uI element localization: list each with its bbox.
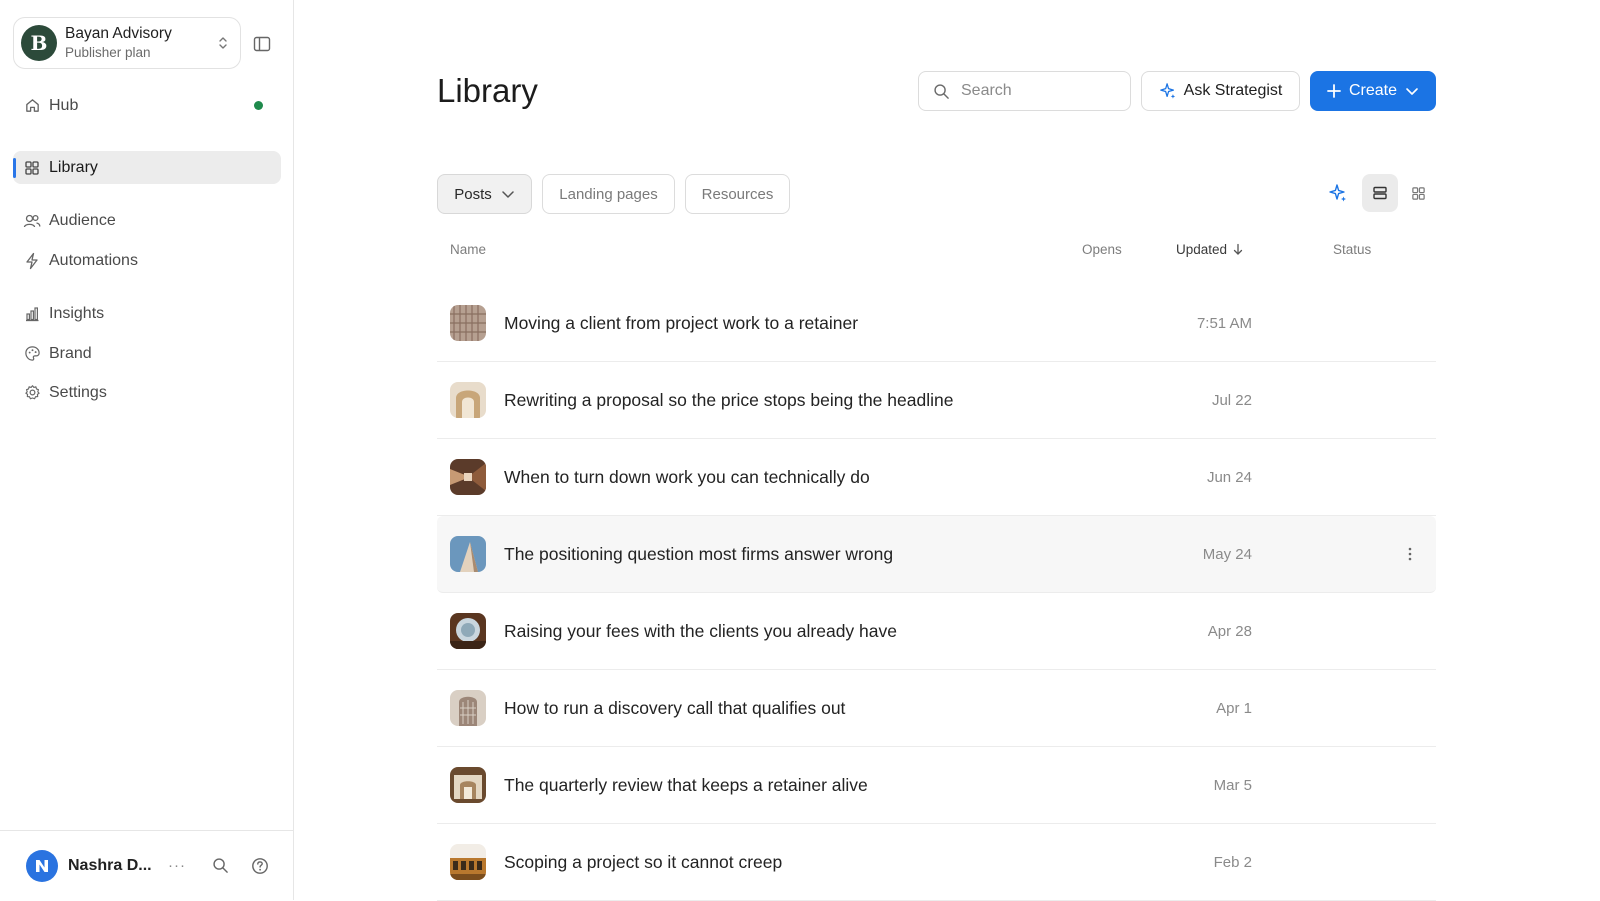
gear-icon	[23, 384, 41, 402]
post-title: The positioning question most firms answ…	[504, 543, 894, 564]
plus-icon	[1327, 84, 1341, 98]
table-row[interactable]: Moving a client from project work to a r…	[437, 285, 1436, 362]
post-thumbnail	[450, 613, 486, 649]
post-title: Rewriting a proposal so the price stops …	[504, 389, 954, 410]
sidebar-item-label: Automations	[49, 251, 138, 269]
create-label: Create	[1348, 82, 1398, 99]
updated-date: 7:51 AM	[1196, 314, 1252, 332]
column-header-status[interactable]: Status	[1333, 242, 1371, 257]
more-options-icon[interactable]: ···	[168, 857, 186, 874]
grid-view-button[interactable]	[1400, 174, 1436, 212]
updated-date: Apr 28	[1207, 622, 1252, 640]
chevron-up-down-icon	[219, 37, 227, 49]
workspace-avatar: B	[21, 25, 57, 61]
sidebar-toggle-icon[interactable]	[252, 34, 272, 54]
table-row[interactable]: The positioning question most firms answ…	[437, 516, 1436, 593]
chevron-down-icon	[1406, 88, 1418, 95]
ask-strategist-label: Ask Strategist	[1183, 82, 1283, 99]
search-icon[interactable]	[210, 856, 230, 876]
tab-landing-pages[interactable]: Landing pages	[542, 174, 675, 214]
post-thumbnail	[450, 844, 486, 880]
status-dot	[254, 101, 263, 110]
updated-date: Feb 2	[1213, 853, 1252, 871]
tab-label: Landing pages	[559, 185, 658, 203]
post-title: Scoping a project so it cannot creep	[504, 851, 783, 872]
search-field[interactable]	[918, 71, 1131, 111]
sidebar-item-label: Hub	[49, 96, 79, 114]
post-title: When to turn down work you can technical…	[504, 466, 870, 487]
search-input[interactable]	[959, 81, 1119, 101]
column-header-name[interactable]: Name	[450, 242, 486, 257]
search-icon	[934, 83, 949, 99]
sidebar-item-automations[interactable]: Automations	[13, 244, 281, 277]
user-name[interactable]: Nashra D...	[68, 857, 154, 875]
help-icon[interactable]	[250, 856, 270, 876]
post-thumbnail	[450, 459, 486, 495]
sidebar-item-hub[interactable]: Hub	[13, 89, 281, 122]
sidebar-item-library[interactable]: Library	[13, 151, 281, 184]
create-button[interactable]: Create	[1310, 71, 1436, 111]
table-row[interactable]: Rewriting a proposal so the price stops …	[437, 362, 1436, 439]
post-title: Raising your fees with the clients you a…	[504, 620, 897, 641]
updated-date: Mar 5	[1213, 776, 1252, 794]
table-row[interactable]: The quarterly review that keeps a retain…	[437, 747, 1436, 824]
post-thumbnail	[450, 382, 486, 418]
sparkle-icon	[1159, 83, 1175, 99]
tab-label: Resources	[701, 185, 774, 203]
list-view-icon	[1373, 186, 1387, 200]
sidebar-footer: Nashra D... ···	[0, 830, 294, 900]
row-more-icon[interactable]	[1402, 544, 1418, 564]
post-thumbnail	[450, 690, 486, 726]
tab-posts[interactable]: Posts	[437, 174, 532, 214]
table-row[interactable]: Scoping a project so it cannot creep Feb…	[437, 824, 1436, 901]
column-header-label: Updated	[1176, 242, 1228, 257]
post-thumbnail	[450, 305, 486, 341]
workspace-switcher[interactable]: B Bayan Advisory Publisher plan	[13, 17, 241, 69]
updated-date: Jul 22	[1211, 391, 1252, 409]
updated-date: May 24	[1202, 545, 1252, 563]
sidebar-item-brand[interactable]: Brand	[13, 337, 281, 370]
column-header-updated[interactable]: Updated	[1176, 242, 1244, 257]
workspace-plan: Publisher plan	[65, 44, 151, 60]
grid-view-icon	[1411, 186, 1425, 200]
chevron-down-icon	[502, 191, 514, 198]
ask-strategist-button[interactable]: Ask Strategist	[1141, 71, 1300, 111]
post-thumbnail	[450, 536, 486, 572]
grid-icon	[23, 159, 41, 177]
sidebar-item-settings[interactable]: Settings	[13, 376, 281, 409]
list-view-button[interactable]	[1362, 174, 1398, 212]
page-title: Library	[437, 72, 538, 109]
tab-label: Posts	[454, 185, 492, 203]
post-title: Moving a client from project work to a r…	[504, 312, 859, 333]
palette-icon	[23, 345, 41, 363]
avatar[interactable]	[26, 849, 58, 882]
home-icon	[23, 97, 41, 115]
sidebar-item-label: Settings	[49, 383, 107, 401]
lightning-icon	[23, 252, 41, 270]
sidebar-item-label: Library	[49, 158, 98, 176]
sidebar: B Bayan Advisory Publisher plan Hub Libr…	[0, 0, 294, 900]
sidebar-item-label: Audience	[49, 211, 116, 229]
updated-date: Apr 1	[1216, 699, 1252, 717]
sidebar-item-label: Brand	[49, 344, 92, 362]
sidebar-item-audience[interactable]: Audience	[13, 204, 281, 237]
column-header-opens[interactable]: Opens	[1082, 242, 1122, 257]
post-title: The quarterly review that keeps a retain…	[504, 774, 868, 795]
sidebar-item-insights[interactable]: Insights	[13, 297, 281, 330]
sparkle-icon	[1329, 184, 1346, 202]
workspace-name: Bayan Advisory	[65, 25, 172, 43]
table-row[interactable]: When to turn down work you can technical…	[437, 439, 1436, 516]
updated-date: Jun 24	[1206, 468, 1252, 486]
bar-chart-icon	[23, 305, 41, 323]
arrow-down-icon	[1233, 243, 1243, 255]
users-icon	[23, 212, 41, 230]
post-title: How to run a discovery call that qualifi…	[504, 697, 846, 718]
ai-sparkle-button[interactable]	[1320, 174, 1356, 212]
tab-resources[interactable]: Resources	[685, 174, 790, 214]
sidebar-item-label: Insights	[49, 304, 105, 322]
table-row[interactable]: Raising your fees with the clients you a…	[437, 593, 1436, 670]
table-row[interactable]: How to run a discovery call that qualifi…	[437, 670, 1436, 747]
post-thumbnail	[450, 767, 486, 803]
